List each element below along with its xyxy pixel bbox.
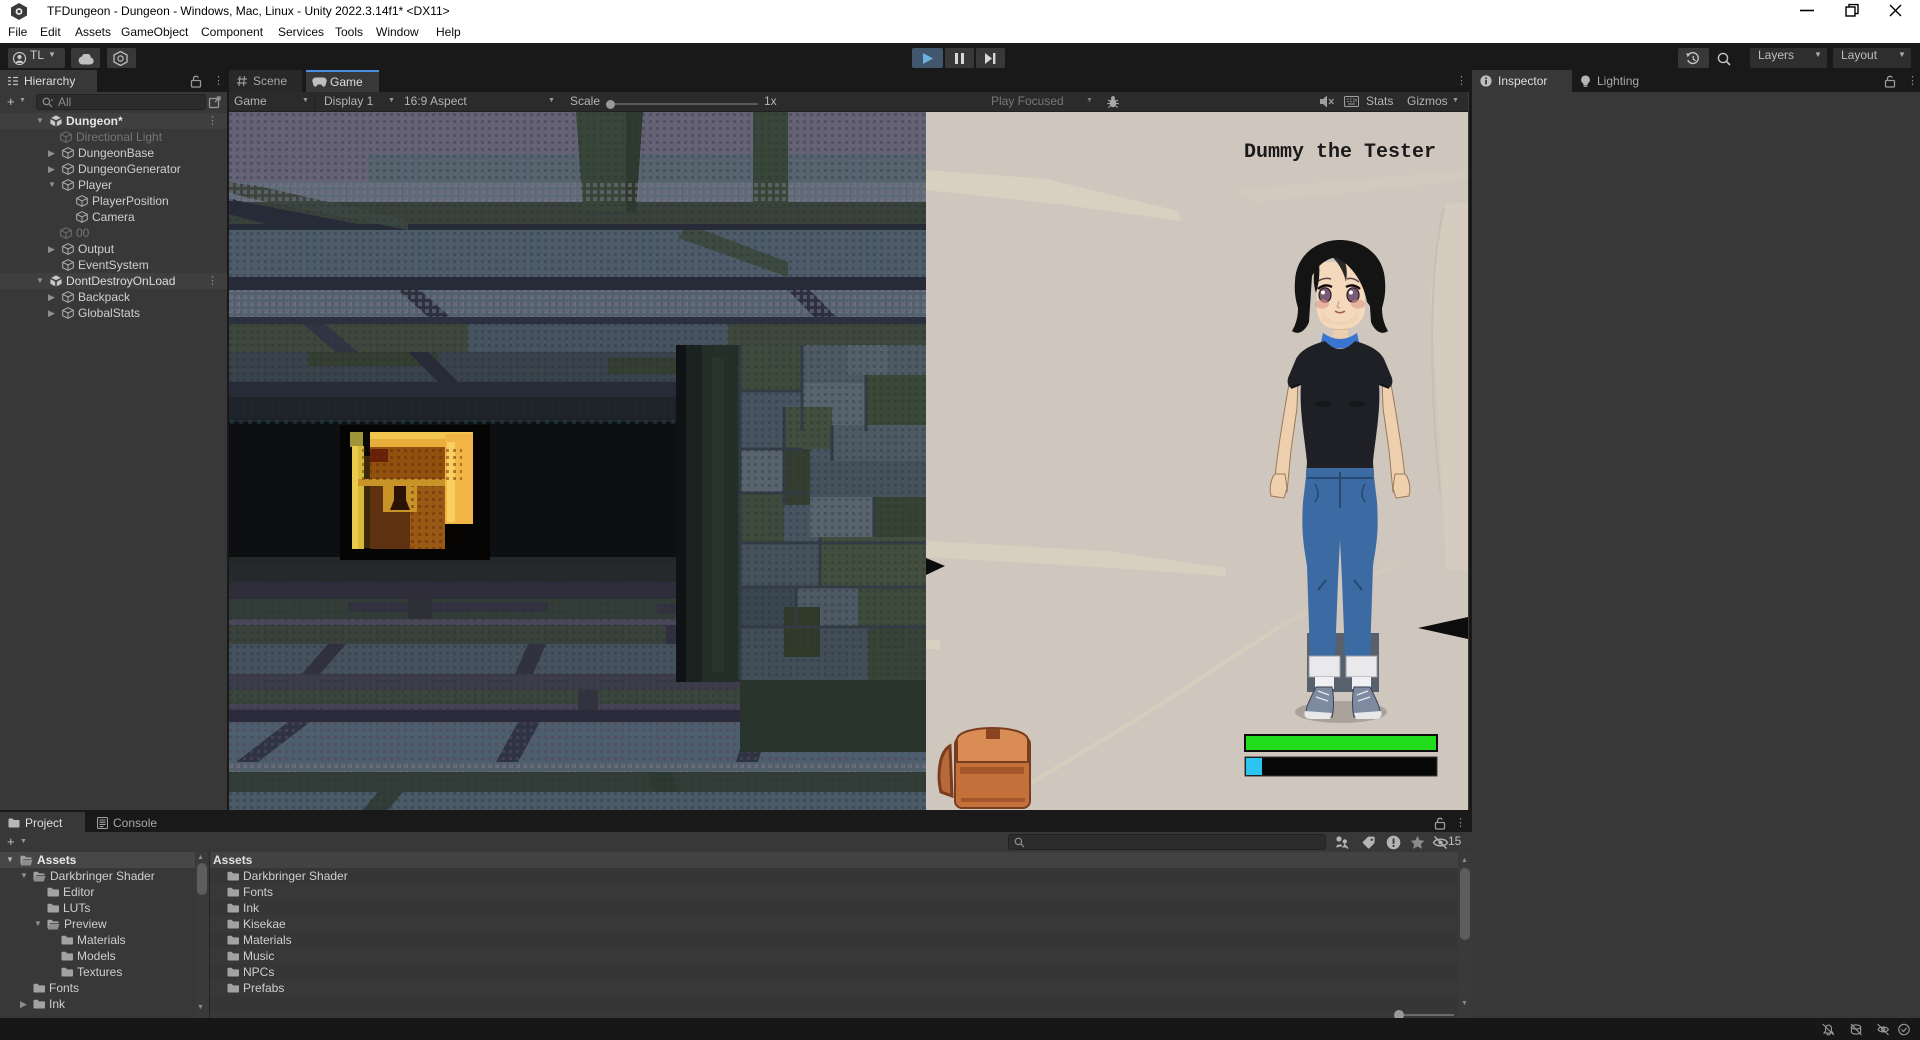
svg-text:Dummy the Tester: Dummy the Tester xyxy=(1244,141,1436,164)
